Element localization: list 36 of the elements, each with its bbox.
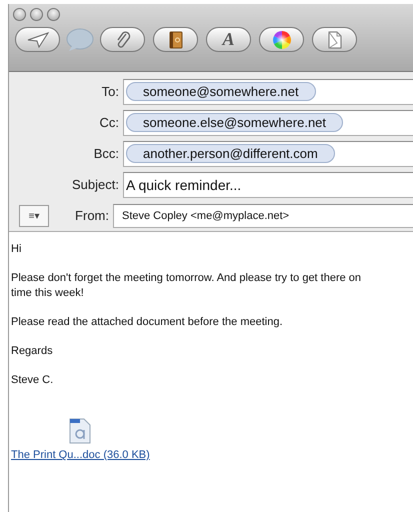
field-label: Bcc:	[92, 146, 120, 161]
address-token[interactable]: another.person@different.com	[126, 144, 335, 163]
from-popup[interactable]: Steve Copley <me@myplace.net>	[113, 204, 413, 228]
stationery-button[interactable]	[312, 27, 357, 52]
paperclip-icon	[114, 30, 130, 48]
paper-plane-icon	[26, 32, 50, 48]
address-field[interactable]: another.person@different.com	[123, 140, 413, 166]
field-label: Subject:	[71, 177, 120, 192]
address-field[interactable]: someone@somewhere.net	[123, 78, 413, 104]
font-icon: A	[222, 29, 234, 50]
fonts-button[interactable]: A	[206, 27, 251, 52]
message-text: Hi	[11, 242, 22, 257]
field-label: From:	[74, 208, 110, 223]
address-book-icon	[168, 30, 182, 48]
message-text: Steve C.	[11, 373, 54, 388]
field-label: Cc:	[98, 115, 120, 130]
attach-button[interactable]	[100, 27, 145, 52]
document-icon	[326, 30, 342, 48]
message-text: Please don't forget the meeting tomorrow. And please try to get there on time this week!	[11, 271, 362, 301]
send-button[interactable]	[15, 27, 60, 52]
message-text: Please read the attached document before the meeting.	[11, 315, 284, 330]
attachment-link[interactable]: The Print Qu...doc (36.0 KB)	[11, 449, 150, 461]
colors-button[interactable]	[259, 27, 304, 52]
color-wheel-icon	[272, 30, 290, 48]
field-label: To:	[100, 84, 120, 99]
zoom-button[interactable]	[47, 8, 60, 21]
address-token[interactable]: someone@somewhere.net	[126, 82, 316, 101]
close-button[interactable]	[13, 8, 26, 21]
address-token[interactable]: someone.else@somewhere.net	[126, 113, 344, 132]
address-field[interactable]: someone.else@somewhere.net	[123, 110, 413, 136]
document-icon	[69, 418, 91, 444]
message-text: Regards	[11, 344, 54, 359]
format-menu-button[interactable]: ≡▾	[19, 204, 49, 226]
address-button[interactable]	[153, 27, 198, 52]
minimize-button[interactable]	[30, 8, 43, 21]
subject-field[interactable]: A quick reminder...	[123, 172, 413, 198]
